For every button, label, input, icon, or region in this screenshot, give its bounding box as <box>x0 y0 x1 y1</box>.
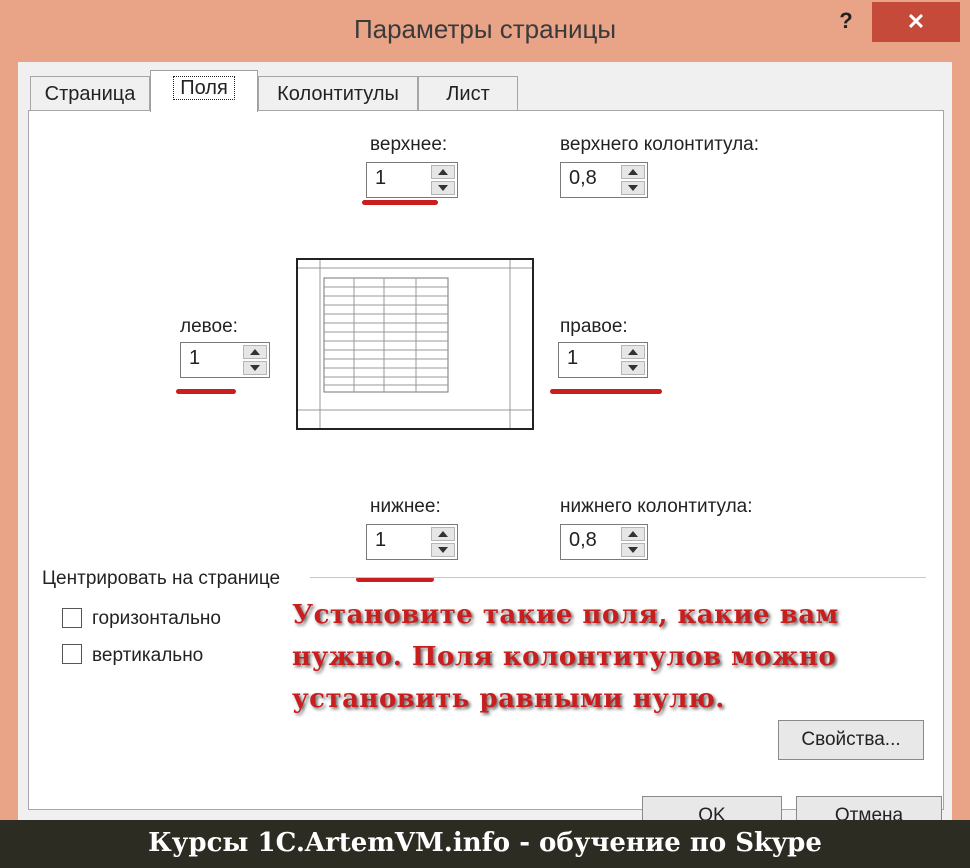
spin-down-icon[interactable] <box>621 181 645 195</box>
tab-page[interactable]: Страница <box>30 76 150 112</box>
annotation-text: Установите такие поля, какие вам нужно. … <box>292 600 839 714</box>
right-margin-label: правое: <box>560 316 628 337</box>
spin-down-icon[interactable] <box>431 181 455 195</box>
page-preview <box>296 258 534 430</box>
spin-down-icon[interactable] <box>621 361 645 375</box>
right-margin-value: 1 <box>567 347 579 369</box>
footer-margin-input[interactable]: 0,8 <box>560 524 648 560</box>
footer-margin-value: 0,8 <box>569 529 597 551</box>
horizontal-checkbox-label: горизонтально <box>92 608 221 629</box>
tab-header-footer[interactable]: Колонтитулы <box>258 76 418 112</box>
spin-down-icon[interactable] <box>431 543 455 557</box>
course-banner: Курсы 1C.ArtemVM.info - обучение по Skyp… <box>0 820 970 868</box>
bottom-margin-value: 1 <box>375 529 387 551</box>
page-preview-image <box>298 260 532 428</box>
header-margin-value: 0,8 <box>569 167 597 189</box>
title-bar: Параметры страницы ? ✕ <box>0 0 970 62</box>
tab-sheet[interactable]: Лист <box>418 76 518 112</box>
bottom-margin-label: нижнее: <box>370 496 441 517</box>
header-margin-label: верхнего колонтитула: <box>560 134 759 155</box>
spin-up-icon[interactable] <box>431 527 455 541</box>
right-margin-input[interactable]: 1 <box>558 342 648 378</box>
tab-margins-label: Поля <box>173 76 235 100</box>
top-margin-label: верхнее: <box>370 134 448 155</box>
spin-up-icon[interactable] <box>243 345 267 359</box>
top-margin-value: 1 <box>375 167 387 189</box>
group-separator <box>310 577 926 578</box>
tab-sheet-label: Лист <box>446 83 490 105</box>
horizontal-checkbox[interactable] <box>62 608 82 628</box>
spin-up-icon[interactable] <box>621 165 645 179</box>
left-margin-label: левое: <box>180 316 238 337</box>
spin-up-icon[interactable] <box>431 165 455 179</box>
highlight-underline <box>176 389 236 394</box>
spin-down-icon[interactable] <box>243 361 267 375</box>
vertical-checkbox-label: вертикально <box>92 645 204 666</box>
spin-up-icon[interactable] <box>621 345 645 359</box>
center-on-page-heading: Центрировать на странице <box>42 568 281 589</box>
close-button[interactable]: ✕ <box>872 2 960 42</box>
vertical-checkbox[interactable] <box>62 644 82 664</box>
spin-down-icon[interactable] <box>621 543 645 557</box>
properties-button[interactable]: Свойства... <box>778 720 924 760</box>
header-margin-input[interactable]: 0,8 <box>560 162 648 198</box>
tab-page-label: Страница <box>44 83 136 105</box>
highlight-underline <box>550 389 662 394</box>
tab-margins[interactable]: Поля <box>150 70 258 112</box>
left-margin-value: 1 <box>189 347 201 369</box>
tab-header-footer-label: Колонтитулы <box>277 83 399 105</box>
bottom-margin-input[interactable]: 1 <box>366 524 458 560</box>
help-button[interactable]: ? <box>826 6 866 36</box>
spin-up-icon[interactable] <box>621 527 645 541</box>
top-margin-input[interactable]: 1 <box>366 162 458 198</box>
footer-margin-label: нижнего колонтитула: <box>560 496 753 517</box>
highlight-underline <box>362 200 438 205</box>
window-title: Параметры страницы <box>353 14 617 44</box>
left-margin-input[interactable]: 1 <box>180 342 270 378</box>
